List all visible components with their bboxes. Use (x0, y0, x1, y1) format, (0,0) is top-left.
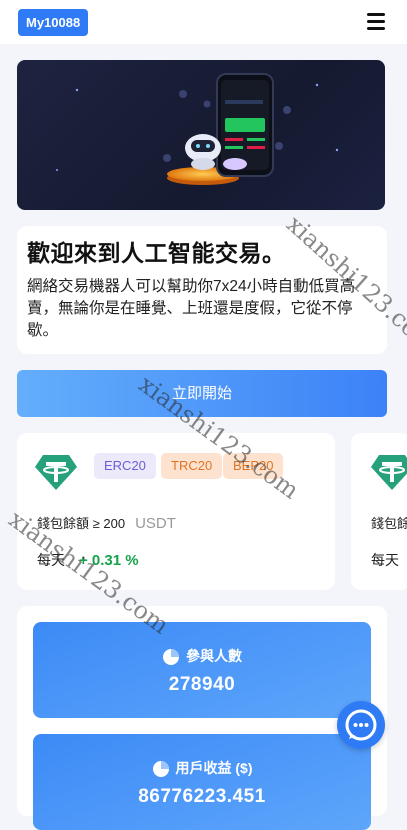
tag-bep20: BEP20 (223, 453, 284, 479)
pie-chart-icon (163, 649, 179, 666)
coin-card[interactable]: 錢包餘 每天 (351, 433, 407, 590)
balance-label: 錢包餘額 ≥ 200 (37, 516, 126, 531)
top-bar: My10088 (0, 0, 407, 44)
chat-bubble-icon (345, 709, 377, 741)
hero-banner (17, 60, 385, 210)
chat-button[interactable] (337, 701, 385, 749)
daily-label: 每天 (371, 552, 399, 568)
logo[interactable]: My10088 (18, 9, 89, 36)
daily-value: + 0.31 % (79, 552, 139, 569)
balance-requirement: 錢包餘額 ≥ 200 USDT (37, 513, 176, 532)
tether-icon (371, 455, 407, 490)
trading-robot-illustration (56, 73, 339, 185)
stat-label: 參與人數 (186, 648, 242, 664)
balance-label: 錢包餘 (371, 516, 407, 531)
pie-chart-icon (152, 761, 169, 778)
coin-card[interactable]: ERC20 TRC20 BEP20 錢包餘額 ≥ 200 USDT 每天 + 0.3… (17, 433, 335, 590)
daily-return: 每天 + 0.31 % (37, 550, 139, 570)
welcome-text: 網絡交易機器人可以幫助你7x24小時自動低買高賣，無論你是在睡覺、上班還是度假，… (27, 278, 356, 339)
stat-label: 用戶收益 ($) (175, 760, 253, 776)
daily-label: 每天 (37, 552, 65, 568)
tether-icon (35, 455, 77, 490)
tag-trc20: TRC20 (161, 453, 223, 479)
tag-erc20: ERC20 (94, 453, 156, 479)
stat-user-earnings: 用戶收益 ($) 86776223.451 (33, 734, 371, 830)
stats-panel: 參與人數 278940 用戶收益 ($) 86776223.451 (17, 606, 387, 830)
welcome-card: 歡迎來到人工智能交易。 網絡交易機器人可以幫助你7x24小時自動低買高賣，無論你… (17, 226, 387, 354)
stat-value: 86776223.451 (138, 786, 266, 807)
hamburger-menu-icon[interactable] (367, 13, 385, 30)
start-button[interactable]: 立即開始 (17, 370, 387, 417)
stat-participants: 參與人數 278940 (33, 622, 371, 718)
welcome-title: 歡迎來到人工智能交易。 (27, 240, 286, 266)
stat-value: 278940 (168, 674, 236, 695)
balance-unit: USDT (135, 515, 176, 532)
